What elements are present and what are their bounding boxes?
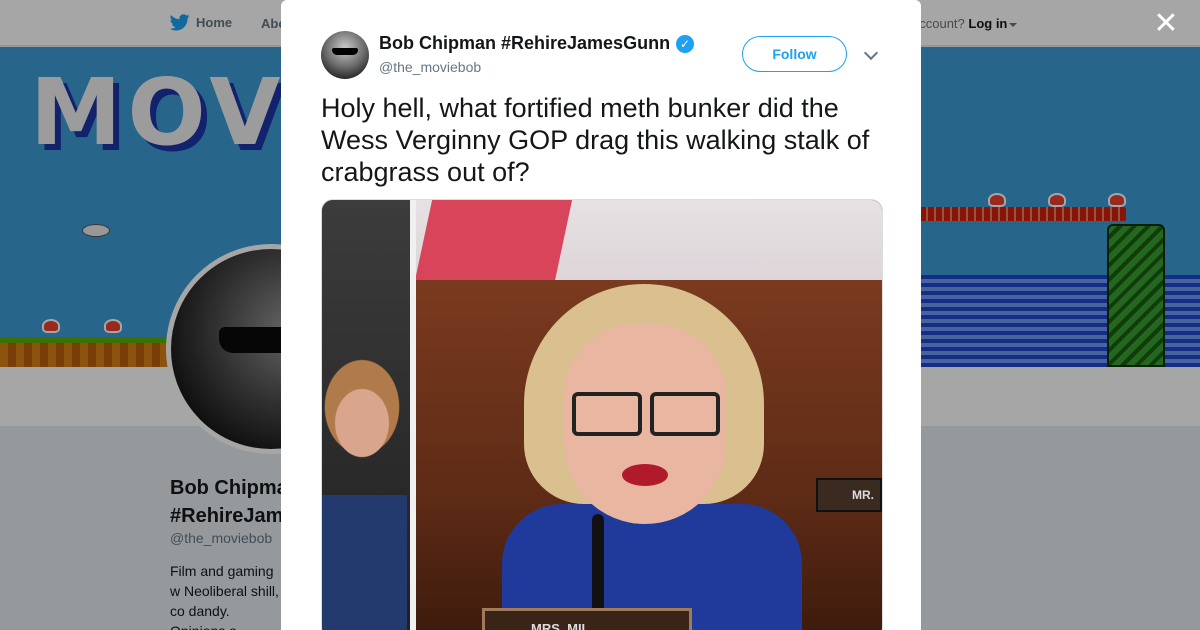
photo-speaker bbox=[502, 284, 802, 630]
follow-button[interactable]: Follow bbox=[742, 36, 847, 72]
photo-background-person bbox=[322, 335, 407, 630]
tweet-photo[interactable]: MR. MRS. MIL bbox=[321, 199, 883, 630]
close-icon[interactable]: ✕ bbox=[1152, 9, 1180, 39]
photo-speaker-mouth bbox=[622, 464, 668, 486]
tweet-modal: Bob Chipman #RehireJamesGunn ✓ @the_movi… bbox=[281, 0, 921, 630]
tweet-text: Holy hell, what fortified meth bunker di… bbox=[321, 93, 870, 187]
photo-placard: MR. bbox=[816, 478, 882, 512]
photo-frame-divider bbox=[410, 200, 416, 630]
tweet-author-avatar[interactable] bbox=[321, 31, 369, 79]
photo-nameplate: MRS. MIL bbox=[482, 608, 692, 630]
tweet-author-handle[interactable]: @the_moviebob bbox=[379, 59, 481, 75]
chevron-down-icon[interactable] bbox=[863, 45, 879, 61]
tweet-author-name-text: Bob Chipman #RehireJamesGunn bbox=[379, 33, 671, 53]
photo-speaker-glasses bbox=[568, 392, 724, 436]
avatar-sunglasses bbox=[332, 48, 358, 55]
tweet-author-name[interactable]: Bob Chipman #RehireJamesGunn ✓ bbox=[379, 33, 695, 54]
verified-badge-icon: ✓ bbox=[676, 34, 695, 53]
